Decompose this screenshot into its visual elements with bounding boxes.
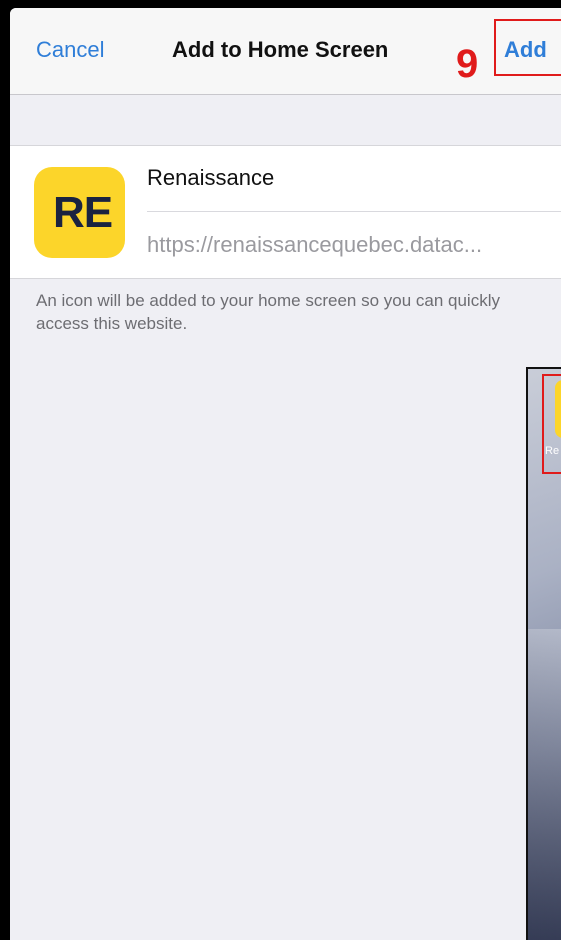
app-icon-logo-text: RE bbox=[52, 188, 113, 237]
step-number-annotation: 9 bbox=[456, 42, 479, 86]
cancel-button[interactable]: Cancel bbox=[36, 37, 104, 63]
preview-wallpaper-shade bbox=[528, 629, 561, 940]
page-title: Add to Home Screen bbox=[172, 37, 389, 62]
navigation-bar: Cancel Add to Home Screen 9 Add bbox=[10, 8, 561, 95]
renaissance-app-icon: RE bbox=[34, 167, 125, 258]
add-button[interactable]: Add bbox=[504, 37, 547, 63]
add-to-home-screen-sheet: Cancel Add to Home Screen 9 Add RE https… bbox=[10, 8, 561, 940]
preview-icon-highlight bbox=[542, 374, 561, 474]
bookmark-url: https://renaissancequebec.datac... bbox=[147, 232, 483, 257]
description-text: An icon will be added to your home scree… bbox=[36, 291, 500, 333]
bookmark-name-field[interactable] bbox=[147, 165, 547, 191]
bookmark-card: RE https://renaissancequebec.datac... bbox=[10, 145, 561, 279]
card-divider bbox=[147, 211, 561, 212]
preview-app-label: Re bbox=[545, 445, 560, 457]
home-screen-preview: Re bbox=[526, 367, 561, 940]
